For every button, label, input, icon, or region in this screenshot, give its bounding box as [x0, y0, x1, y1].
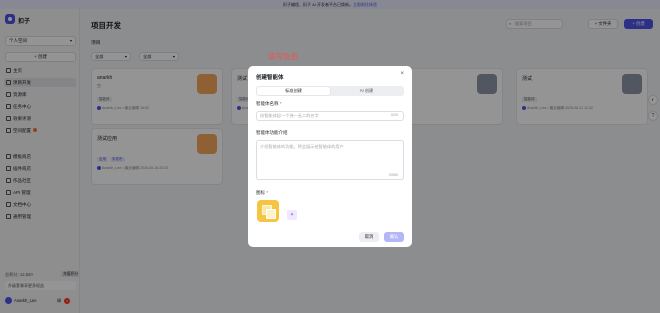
required-mark: *: [266, 190, 269, 195]
name-label-text: 智能体名称: [256, 101, 279, 106]
agent-avatar-icon[interactable]: [257, 200, 279, 222]
icon-label-text: 图标: [256, 190, 265, 195]
desc-placeholder: 介绍智能体的功能，将会展示给智能体的用户: [260, 144, 344, 149]
confirm-button[interactable]: 确认: [384, 232, 404, 242]
tab-standard[interactable]: 标准创建: [257, 87, 330, 95]
name-counter: 0/20: [391, 113, 398, 117]
name-label: 智能体名称 *: [256, 101, 282, 107]
name-placeholder: 给智能体起一个独一无二的名字: [260, 113, 319, 118]
tab-ai[interactable]: AI 创建: [330, 87, 403, 95]
agent-name-input[interactable]: 给智能体起一个独一无二的名字: [256, 111, 404, 121]
dialog-title: 创建智能体: [256, 75, 284, 81]
annotation-text: 填写信息: [268, 52, 298, 61]
ai-generate-icon[interactable]: ✦: [287, 210, 297, 220]
desc-counter: 0/500: [389, 173, 398, 177]
cancel-button[interactable]: 取消: [359, 232, 379, 242]
create-mode-tabs: 标准创建 AI 创建: [256, 86, 404, 96]
icon-label: 图标 *: [256, 190, 268, 196]
required-mark: *: [279, 101, 282, 106]
create-agent-dialog: 创建智能体 × 标准创建 AI 创建 智能体名称 * 给智能体起一个独一无二的名…: [248, 66, 412, 247]
agent-desc-textarea[interactable]: 介绍智能体的功能，将会展示给智能体的用户: [256, 140, 404, 180]
close-icon[interactable]: ×: [400, 71, 404, 77]
desc-label: 智能体功能介绍: [256, 130, 288, 135]
